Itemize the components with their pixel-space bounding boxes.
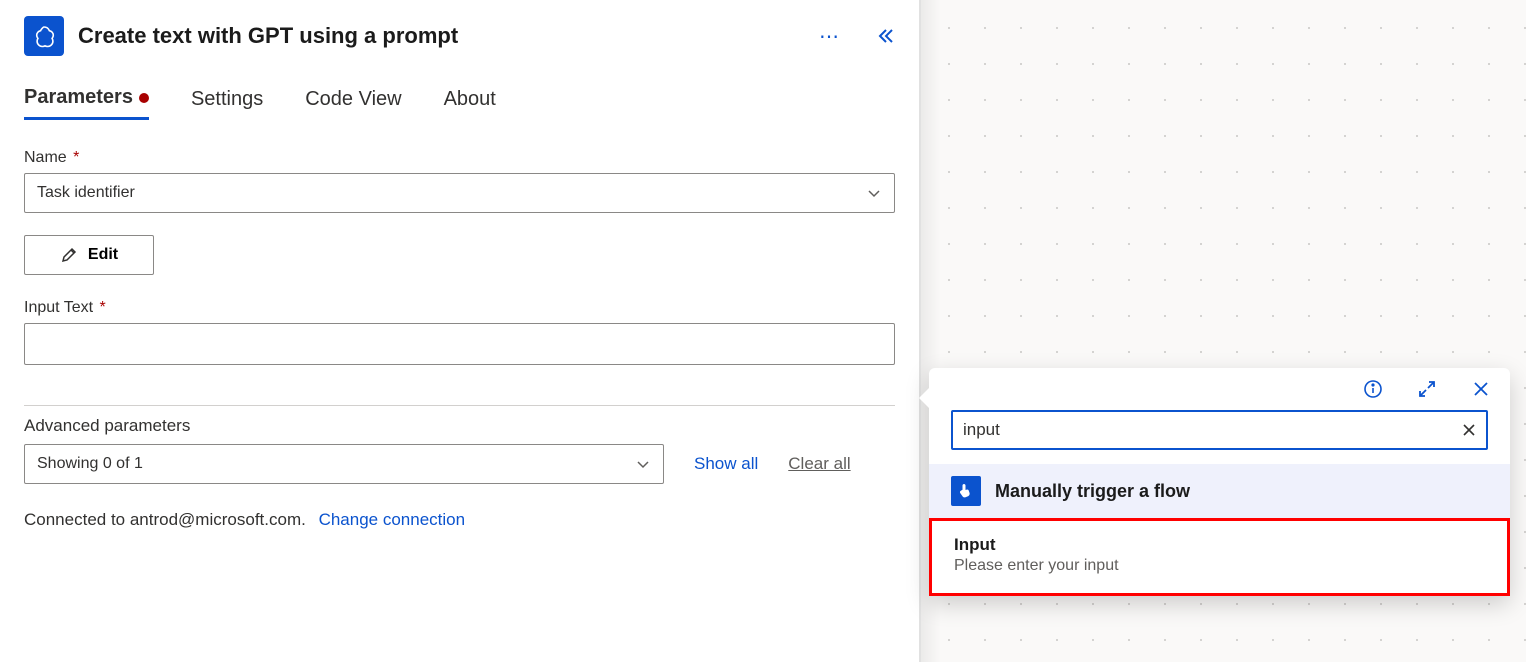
tab-parameters[interactable]: Parameters xyxy=(24,86,149,120)
flow-canvas[interactable]: Manually trigger a flow Input Please ent… xyxy=(920,0,1526,662)
dropdown-value: Task identifier xyxy=(37,184,135,202)
pencil-icon xyxy=(60,246,78,264)
required-asterisk: * xyxy=(73,149,79,166)
tab-settings[interactable]: Settings xyxy=(191,86,263,120)
tab-about[interactable]: About xyxy=(444,86,496,120)
collapse-panel-button[interactable] xyxy=(875,26,895,46)
edit-button-label: Edit xyxy=(88,246,118,264)
tab-code-view[interactable]: Code View xyxy=(305,86,401,120)
result-description: Please enter your input xyxy=(954,557,1485,575)
edit-button[interactable]: Edit xyxy=(24,235,154,275)
openai-icon xyxy=(24,16,64,56)
connection-status: Connected to antrod@microsoft.com. Chang… xyxy=(24,510,895,530)
panel-header: Create text with GPT using a prompt ⋯ xyxy=(24,16,895,56)
advanced-params-label: Advanced parameters xyxy=(24,416,895,436)
required-asterisk: * xyxy=(100,299,106,316)
tab-list: Parameters Settings Code View About xyxy=(24,86,895,121)
dynamic-content-result[interactable]: Input Please enter your input xyxy=(929,518,1510,596)
chevron-down-icon xyxy=(635,456,651,472)
action-title: Create text with GPT using a prompt xyxy=(78,23,805,49)
hand-tap-icon xyxy=(951,476,981,506)
input-text-field[interactable] xyxy=(24,323,895,365)
expand-icon[interactable] xyxy=(1416,378,1438,400)
search-input[interactable] xyxy=(963,420,1462,440)
section-divider xyxy=(24,405,895,406)
connection-text: Connected to antrod@microsoft.com. xyxy=(24,510,306,529)
tab-label: Settings xyxy=(191,88,263,111)
group-title: Manually trigger a flow xyxy=(995,481,1190,502)
label-text: Name xyxy=(24,149,67,166)
name-dropdown[interactable]: Task identifier xyxy=(24,173,895,213)
change-connection-link[interactable]: Change connection xyxy=(319,510,466,529)
action-config-panel: Create text with GPT using a prompt ⋯ Pa… xyxy=(0,0,920,662)
label-text: Input Text xyxy=(24,299,93,316)
chevron-down-icon xyxy=(866,185,882,201)
result-title: Input xyxy=(954,535,1485,555)
dynamic-content-search[interactable] xyxy=(951,410,1488,450)
show-all-link[interactable]: Show all xyxy=(694,454,758,474)
tab-label: About xyxy=(444,88,496,111)
clear-all-link[interactable]: Clear all xyxy=(788,454,850,474)
input-text-label: Input Text * xyxy=(24,299,895,317)
info-icon[interactable] xyxy=(1362,378,1384,400)
clear-search-icon[interactable] xyxy=(1462,423,1476,437)
advanced-params-row: Showing 0 of 1 Show all Clear all xyxy=(24,444,895,484)
name-field-label: Name * xyxy=(24,149,895,167)
advanced-params-dropdown[interactable]: Showing 0 of 1 xyxy=(24,444,664,484)
error-indicator-icon xyxy=(139,93,149,103)
dynamic-content-popup: Manually trigger a flow Input Please ent… xyxy=(929,368,1510,596)
trigger-group[interactable]: Manually trigger a flow xyxy=(929,464,1510,518)
tab-label: Code View xyxy=(305,88,401,111)
more-options-button[interactable]: ⋯ xyxy=(819,24,841,49)
close-icon[interactable] xyxy=(1470,378,1492,400)
popup-toolbar xyxy=(929,368,1510,406)
dropdown-value: Showing 0 of 1 xyxy=(37,455,143,473)
tab-label: Parameters xyxy=(24,86,133,109)
